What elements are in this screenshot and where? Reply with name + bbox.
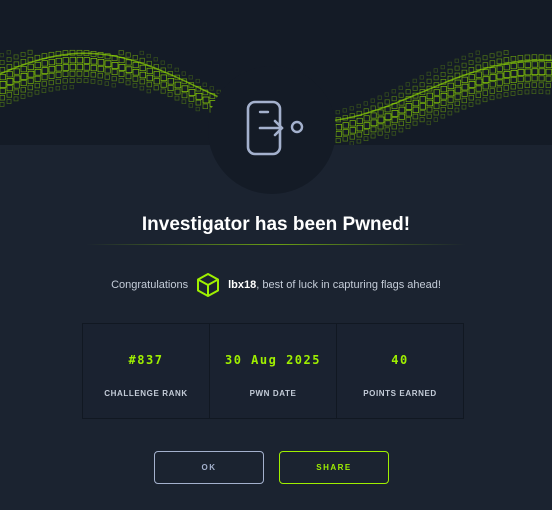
stat-label: POINTS EARNED xyxy=(363,389,437,398)
hexagon-cube-icon xyxy=(196,272,220,298)
ok-button[interactable]: OK xyxy=(154,451,264,484)
stat-points-earned: 40 POINTS EARNED xyxy=(337,324,463,418)
share-button[interactable]: SHARE xyxy=(279,451,389,484)
username-link[interactable]: lbx18 xyxy=(228,279,256,291)
stat-value: 30 Aug 2025 xyxy=(225,353,321,367)
congrats-message: Congratulations lbx18, best of luck in c… xyxy=(0,272,552,298)
stat-label: PWN DATE xyxy=(249,389,297,398)
dialog-title: Investigator has been Pwned! xyxy=(141,214,411,235)
stat-value: 40 xyxy=(391,353,409,367)
congrats-prefix: Congratulations xyxy=(111,279,189,291)
stat-value: #837 xyxy=(128,353,164,367)
congrats-suffix: , best of luck in capturing flags ahead! xyxy=(256,279,441,291)
pwn-stats-panel: #837 CHALLENGE RANK 30 Aug 2025 PWN DATE… xyxy=(82,323,464,419)
title-divider xyxy=(86,244,466,245)
stat-pwn-date: 30 Aug 2025 PWN DATE xyxy=(210,324,337,418)
stat-challenge-rank: #837 CHALLENGE RANK xyxy=(83,324,210,418)
challenge-avatar xyxy=(208,66,336,194)
top-points-value: • •••• xyxy=(442,0,468,5)
stat-label: CHALLENGE RANK xyxy=(104,389,188,398)
phone-logout-icon xyxy=(238,94,306,167)
